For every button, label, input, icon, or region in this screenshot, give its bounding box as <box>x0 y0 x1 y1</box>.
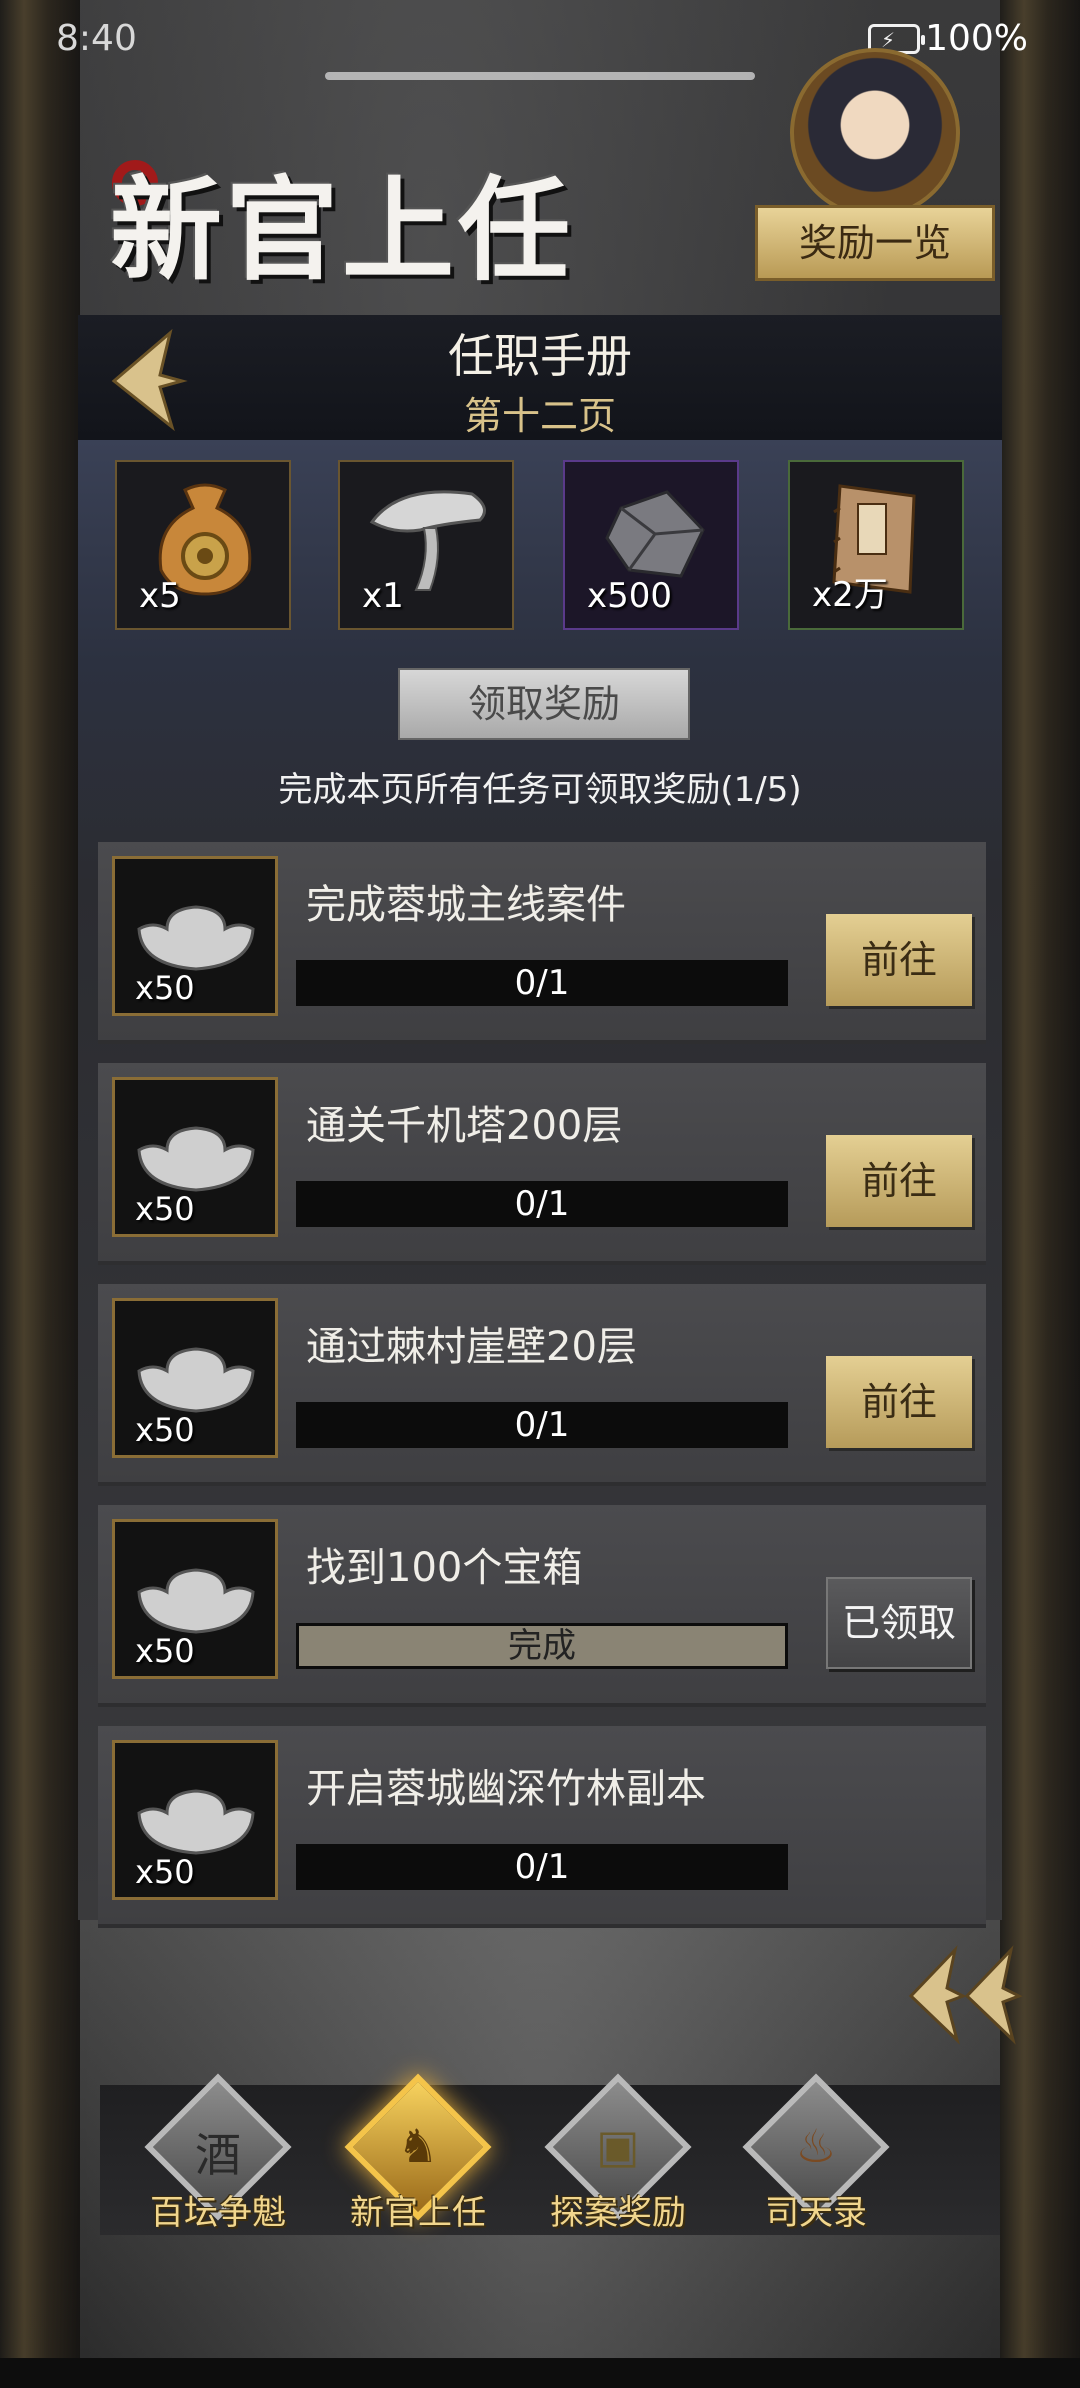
task-reward[interactable]: x50 <box>112 1298 278 1458</box>
collapse-double-arrow-icon[interactable] <box>905 1940 1025 2050</box>
task-reward-qty: x50 <box>135 969 195 1007</box>
claim-reward-button[interactable]: 领取奖励 <box>398 668 690 740</box>
task-name: 开启蓉城幽深竹林副本 <box>306 1766 706 1812</box>
task-progress: 0/1 <box>296 1402 788 1448</box>
silver-ingot-icon <box>137 1568 255 1634</box>
task-name: 找到100个宝箱 <box>306 1545 583 1591</box>
task-reward[interactable]: x50 <box>112 856 278 1016</box>
task-reward[interactable]: x50 <box>112 1519 278 1679</box>
reward-qty: x5 <box>139 576 181 616</box>
task-row: x50 通过棘村崖壁20层 0/1 前往 <box>98 1284 986 1486</box>
avatar[interactable] <box>790 48 960 218</box>
task-reward-qty: x50 <box>135 1853 195 1891</box>
page-subtitle: 第十二页 <box>463 394 616 438</box>
task-name: 通关千机塔200层 <box>306 1103 623 1149</box>
silver-ingot-icon <box>137 1126 255 1192</box>
task-reward-qty: x50 <box>135 1411 195 1449</box>
task-progress: 0/1 <box>296 1181 788 1227</box>
claim-hint: 完成本页所有任务可领取奖励(1/5) <box>278 770 802 810</box>
task-row: x50 开启蓉城幽深竹林副本 0/1 <box>98 1726 986 1928</box>
task-row: x50 通关千机塔200层 0/1 前往 <box>98 1063 986 1265</box>
task-row: x50 完成蓉城主线案件 0/1 前往 <box>98 842 986 1044</box>
silver-ingot-icon <box>137 1789 255 1855</box>
nav-item-baitan[interactable]: 酒 百坛争魁 <box>118 2073 318 2235</box>
nav-label: 新官上任 <box>350 2193 486 2233</box>
nav-label: 探案奖励 <box>550 2193 686 2233</box>
bronze-vessel-icon: ♨ <box>795 2119 837 2173</box>
reward-item[interactable]: x2万 <box>788 460 964 630</box>
reward-item[interactable]: x500 <box>563 460 739 630</box>
reward-item[interactable]: x5 <box>115 460 291 630</box>
task-name: 完成蓉城主线案件 <box>306 882 626 928</box>
task-progress: 0/1 <box>296 960 788 1006</box>
task-progress: 0/1 <box>296 1844 788 1890</box>
go-button[interactable]: 前往 <box>826 914 972 1006</box>
silver-ingot-icon <box>137 1347 255 1413</box>
claimed-button[interactable]: 已领取 <box>826 1577 972 1669</box>
go-button[interactable]: 前往 <box>826 1135 972 1227</box>
go-button[interactable]: 前往 <box>826 1356 972 1448</box>
task-name: 通过棘村崖壁20层 <box>306 1324 637 1370</box>
battery-percent: 100% <box>925 18 1028 59</box>
reward-qty: x2万 <box>812 575 888 615</box>
golden-lion-icon: ♞ <box>397 2119 439 2173</box>
nav-label: 百坛争魁 <box>150 2193 286 2233</box>
silver-ingot-icon <box>137 905 255 971</box>
wine-jar-icon: 酒 <box>195 2128 241 2182</box>
brand-title: 新官上任 <box>110 165 574 296</box>
task-progress: 完成 <box>296 1623 788 1669</box>
task-row: x50 找到100个宝箱 完成 已领取 <box>98 1505 986 1707</box>
nav-item-tanan[interactable]: ▣ 探案奖励 <box>518 2073 718 2235</box>
task-reward[interactable]: x50 <box>112 1077 278 1237</box>
nav-item-xinguan[interactable]: ♞ 新官上任 <box>318 2073 518 2235</box>
pull-handle[interactable] <box>325 72 755 80</box>
status-time: 8:40 <box>56 18 137 59</box>
page-title: 任职手册 <box>448 329 632 383</box>
nav-item-sitian[interactable]: ♨ 司天录 <box>716 2073 916 2235</box>
nav-label: 司天录 <box>765 2193 867 2233</box>
reward-item[interactable]: x1 <box>338 460 514 630</box>
reward-qty: x500 <box>587 576 673 616</box>
task-reward-qty: x50 <box>135 1190 195 1228</box>
bottom-strip <box>0 2358 1080 2388</box>
task-reward-qty: x50 <box>135 1632 195 1670</box>
reward-qty: x1 <box>362 576 404 616</box>
reward-list-button[interactable]: 奖励一览 <box>755 205 995 281</box>
task-reward[interactable]: x50 <box>112 1740 278 1900</box>
treasure-box-icon: ▣ <box>596 2119 640 2173</box>
